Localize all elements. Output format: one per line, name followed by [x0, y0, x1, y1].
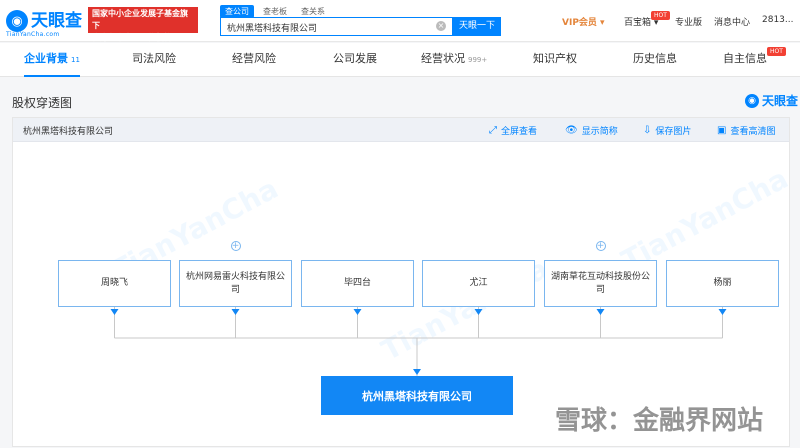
panel-company-name: 杭州黑塔科技有限公司 — [23, 127, 114, 137]
user-menu[interactable]: 2813... — [762, 15, 794, 25]
logo[interactable]: ◉ 天眼查 TianYanCha.com — [6, 7, 82, 38]
brand-logo: ◉ 天眼查 — [745, 92, 798, 110]
target-company-node[interactable]: 杭州黑塔科技有限公司 — [321, 376, 513, 415]
search-button[interactable]: 天眼一下 — [453, 17, 501, 36]
image-icon: ▣ — [717, 125, 727, 136]
tab-ip[interactable]: 知识产权 — [533, 43, 577, 77]
shareholder-node[interactable]: 毕四台 — [301, 260, 414, 307]
shareholder-node[interactable]: 尤江 — [422, 260, 535, 307]
vip-link[interactable]: VIP会员 ▾ — [562, 15, 605, 28]
messages-link[interactable]: 消息中心 — [714, 15, 750, 28]
tab-history[interactable]: 历史信息 — [633, 43, 677, 77]
promo-banner[interactable]: 国家中小企业发展子基金旗下 官方备案企业征信机构 — [88, 7, 198, 42]
tab-self-info[interactable]: 自主信息 — [723, 43, 767, 77]
expand-plus-icon[interactable]: + — [595, 241, 606, 251]
tab-legal-risk[interactable]: 司法风险 — [132, 43, 176, 77]
fullscreen-button[interactable]: ⤢ 全屏查看 — [489, 124, 537, 137]
tab-bar: 企业背景 11 司法风险 经营风险 公司发展 经营状况 999+ 知识产权 历史信息… — [0, 43, 800, 77]
shareholder-node[interactable]: 杭州网易雷火科技有限公司 — [179, 260, 292, 307]
arrow-down-icon — [596, 309, 605, 315]
logo-subtitle: TianYanCha.com — [6, 31, 60, 38]
fullscreen-icon: ⤢ — [489, 125, 497, 136]
shareholder-node[interactable]: 周晓飞 — [58, 260, 171, 307]
tab-development[interactable]: 公司发展 — [333, 43, 377, 77]
clear-icon[interactable]: × — [436, 21, 446, 31]
footer-watermark: 雪球：金融界网站 — [555, 406, 764, 436]
hot-badge: HOT — [651, 11, 670, 20]
arrow-down-icon — [718, 309, 727, 315]
tab-company-background[interactable]: 企业背景 11 — [24, 43, 80, 77]
tianyancha-logo-icon: ◉ — [6, 10, 28, 32]
hd-view-button[interactable]: ▣ 查看高清图 — [717, 124, 775, 137]
arrow-down-icon — [353, 309, 362, 315]
arrow-down-icon — [413, 369, 421, 375]
top-bar: ◉ 天眼查 TianYanCha.com 国家中小企业发展子基金旗下 官方备案企… — [0, 0, 800, 42]
short-name-button[interactable]: 👁 显示简称 — [565, 124, 618, 137]
tianyancha-logo-icon: ◉ — [745, 94, 759, 108]
download-icon: ⇩ — [643, 125, 652, 136]
page-title: 股权穿透图 — [12, 96, 73, 110]
arrow-down-icon — [231, 309, 240, 315]
expand-plus-icon[interactable]: + — [230, 241, 241, 251]
search-input[interactable]: 杭州黑塔科技有限公司 — [220, 17, 453, 36]
save-image-button[interactable]: ⇩ 保存图片 — [643, 124, 691, 137]
logo-text: 天眼查 — [31, 11, 82, 31]
shareholder-node[interactable]: 杨丽 — [666, 260, 779, 307]
shareholder-node[interactable]: 湖南草花互动科技股份公司 — [544, 260, 657, 307]
pro-link[interactable]: 专业版 — [675, 15, 702, 28]
tab-business-status[interactable]: 经营状况 999+ — [421, 43, 487, 77]
tab-operating-risk[interactable]: 经营风险 — [232, 43, 276, 77]
arrow-down-icon — [474, 309, 483, 315]
equity-chart-panel: 杭州黑塔科技有限公司 ⤢ 全屏查看 👁 显示简称 ⇩ 保存图片 ▣ 查看高清图 Tian… — [12, 117, 793, 447]
panel-header: 杭州黑塔科技有限公司 ⤢ 全屏查看 👁 显示简称 ⇩ 保存图片 ▣ 查看高清图 — [13, 118, 789, 142]
banner-line-1: 国家中小企业发展子基金旗下 — [92, 9, 188, 30]
arrow-down-icon — [110, 309, 119, 315]
eye-icon: 👁 — [565, 125, 578, 136]
hot-badge: HOT — [767, 47, 786, 56]
